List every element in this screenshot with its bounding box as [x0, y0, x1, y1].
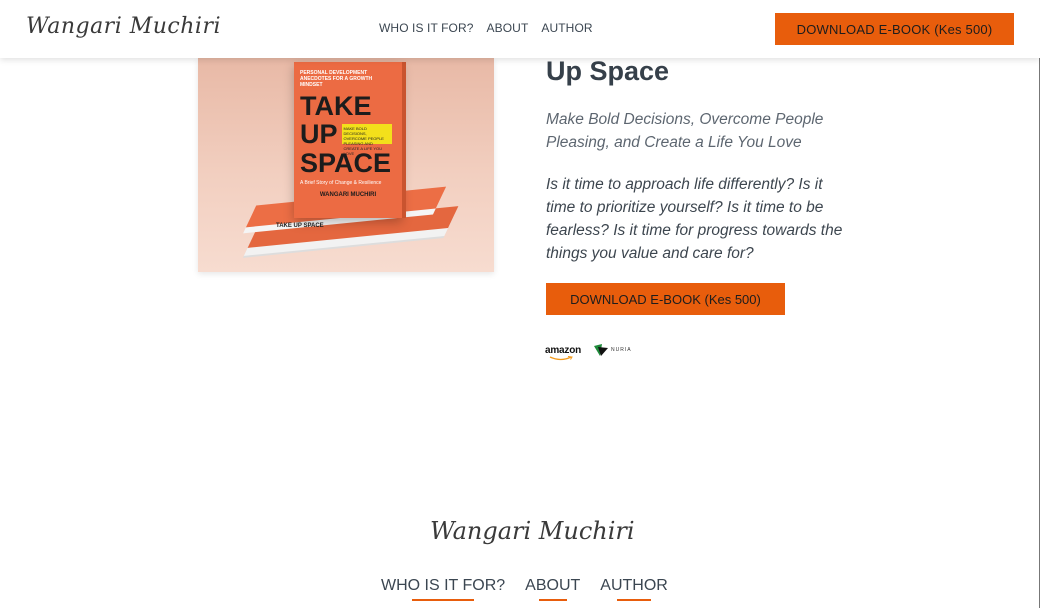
book-yellow-banner: MAKE BOLD DECISIONS, OVERCOME PEOPLE PLE…	[341, 124, 392, 156]
book-cover-image: TAKE UP SPACE PERSONAL DEVELOPMENT ANECD…	[198, 58, 494, 272]
footer-link-who-is-it-for[interactable]: WHO IS IT FOR?	[381, 577, 505, 601]
header-nav: WHO IS IT FOR? ABOUT AUTHOR	[379, 21, 593, 35]
footer-nav: WHO IS IT FOR? ABOUT AUTHOR	[381, 577, 668, 601]
retailer-logos: amazon NURIA	[545, 344, 632, 360]
footer-logo[interactable]: Wangari Muchiri	[430, 517, 635, 545]
nuria-logo[interactable]: NURIA	[594, 344, 632, 356]
amazon-logo-text: amazon	[545, 344, 582, 356]
book-author: WANGARI MUCHIRI	[319, 192, 377, 198]
book-subtitle: A Brief Story of Change & Resilience	[300, 180, 382, 186]
nuria-logo-text: NURIA	[611, 347, 632, 353]
footer-link-author[interactable]: AUTHOR	[600, 577, 668, 601]
book-tagline: PERSONAL DEVELOPMENT ANECDOTES FOR A GRO…	[300, 70, 373, 88]
amazon-logo[interactable]: amazon	[545, 344, 582, 360]
book-title-line1: TAKE	[300, 91, 372, 121]
book-title-row: UP MAKE BOLD DECISIONS, OVERCOME PEOPLE …	[300, 119, 396, 156]
book-front-cover: PERSONAL DEVELOPMENT ANECDOTES FOR A GRO…	[294, 62, 402, 218]
nav-link-who-is-it-for[interactable]: WHO IS IT FOR?	[379, 21, 474, 35]
nav-link-author[interactable]: AUTHOR	[541, 21, 592, 35]
page-subtitle: Make Bold Decisions, Overcome People Ple…	[546, 111, 824, 151]
footer-link-about[interactable]: ABOUT	[525, 577, 580, 601]
book-stack-label: TAKE UP SPACE	[276, 223, 324, 229]
book-title-line2: UP	[300, 119, 338, 149]
header-download-button[interactable]: DOWNLOAD E-BOOK (Kes 500)	[775, 13, 1014, 45]
page-title: Up Space	[546, 56, 670, 86]
amazon-smile-icon	[549, 355, 573, 360]
book-title-line3: SPACE	[300, 148, 392, 178]
page-description: Is it time to approach life differently?…	[546, 176, 843, 262]
nuria-icon	[594, 344, 609, 356]
nav-link-about[interactable]: ABOUT	[487, 21, 529, 35]
main-download-button[interactable]: DOWNLOAD E-BOOK (Kes 500)	[546, 283, 785, 315]
site-logo[interactable]: Wangari Muchiri	[26, 14, 221, 39]
site-header: Wangari Muchiri WHO IS IT FOR? ABOUT AUT…	[0, 0, 1040, 58]
